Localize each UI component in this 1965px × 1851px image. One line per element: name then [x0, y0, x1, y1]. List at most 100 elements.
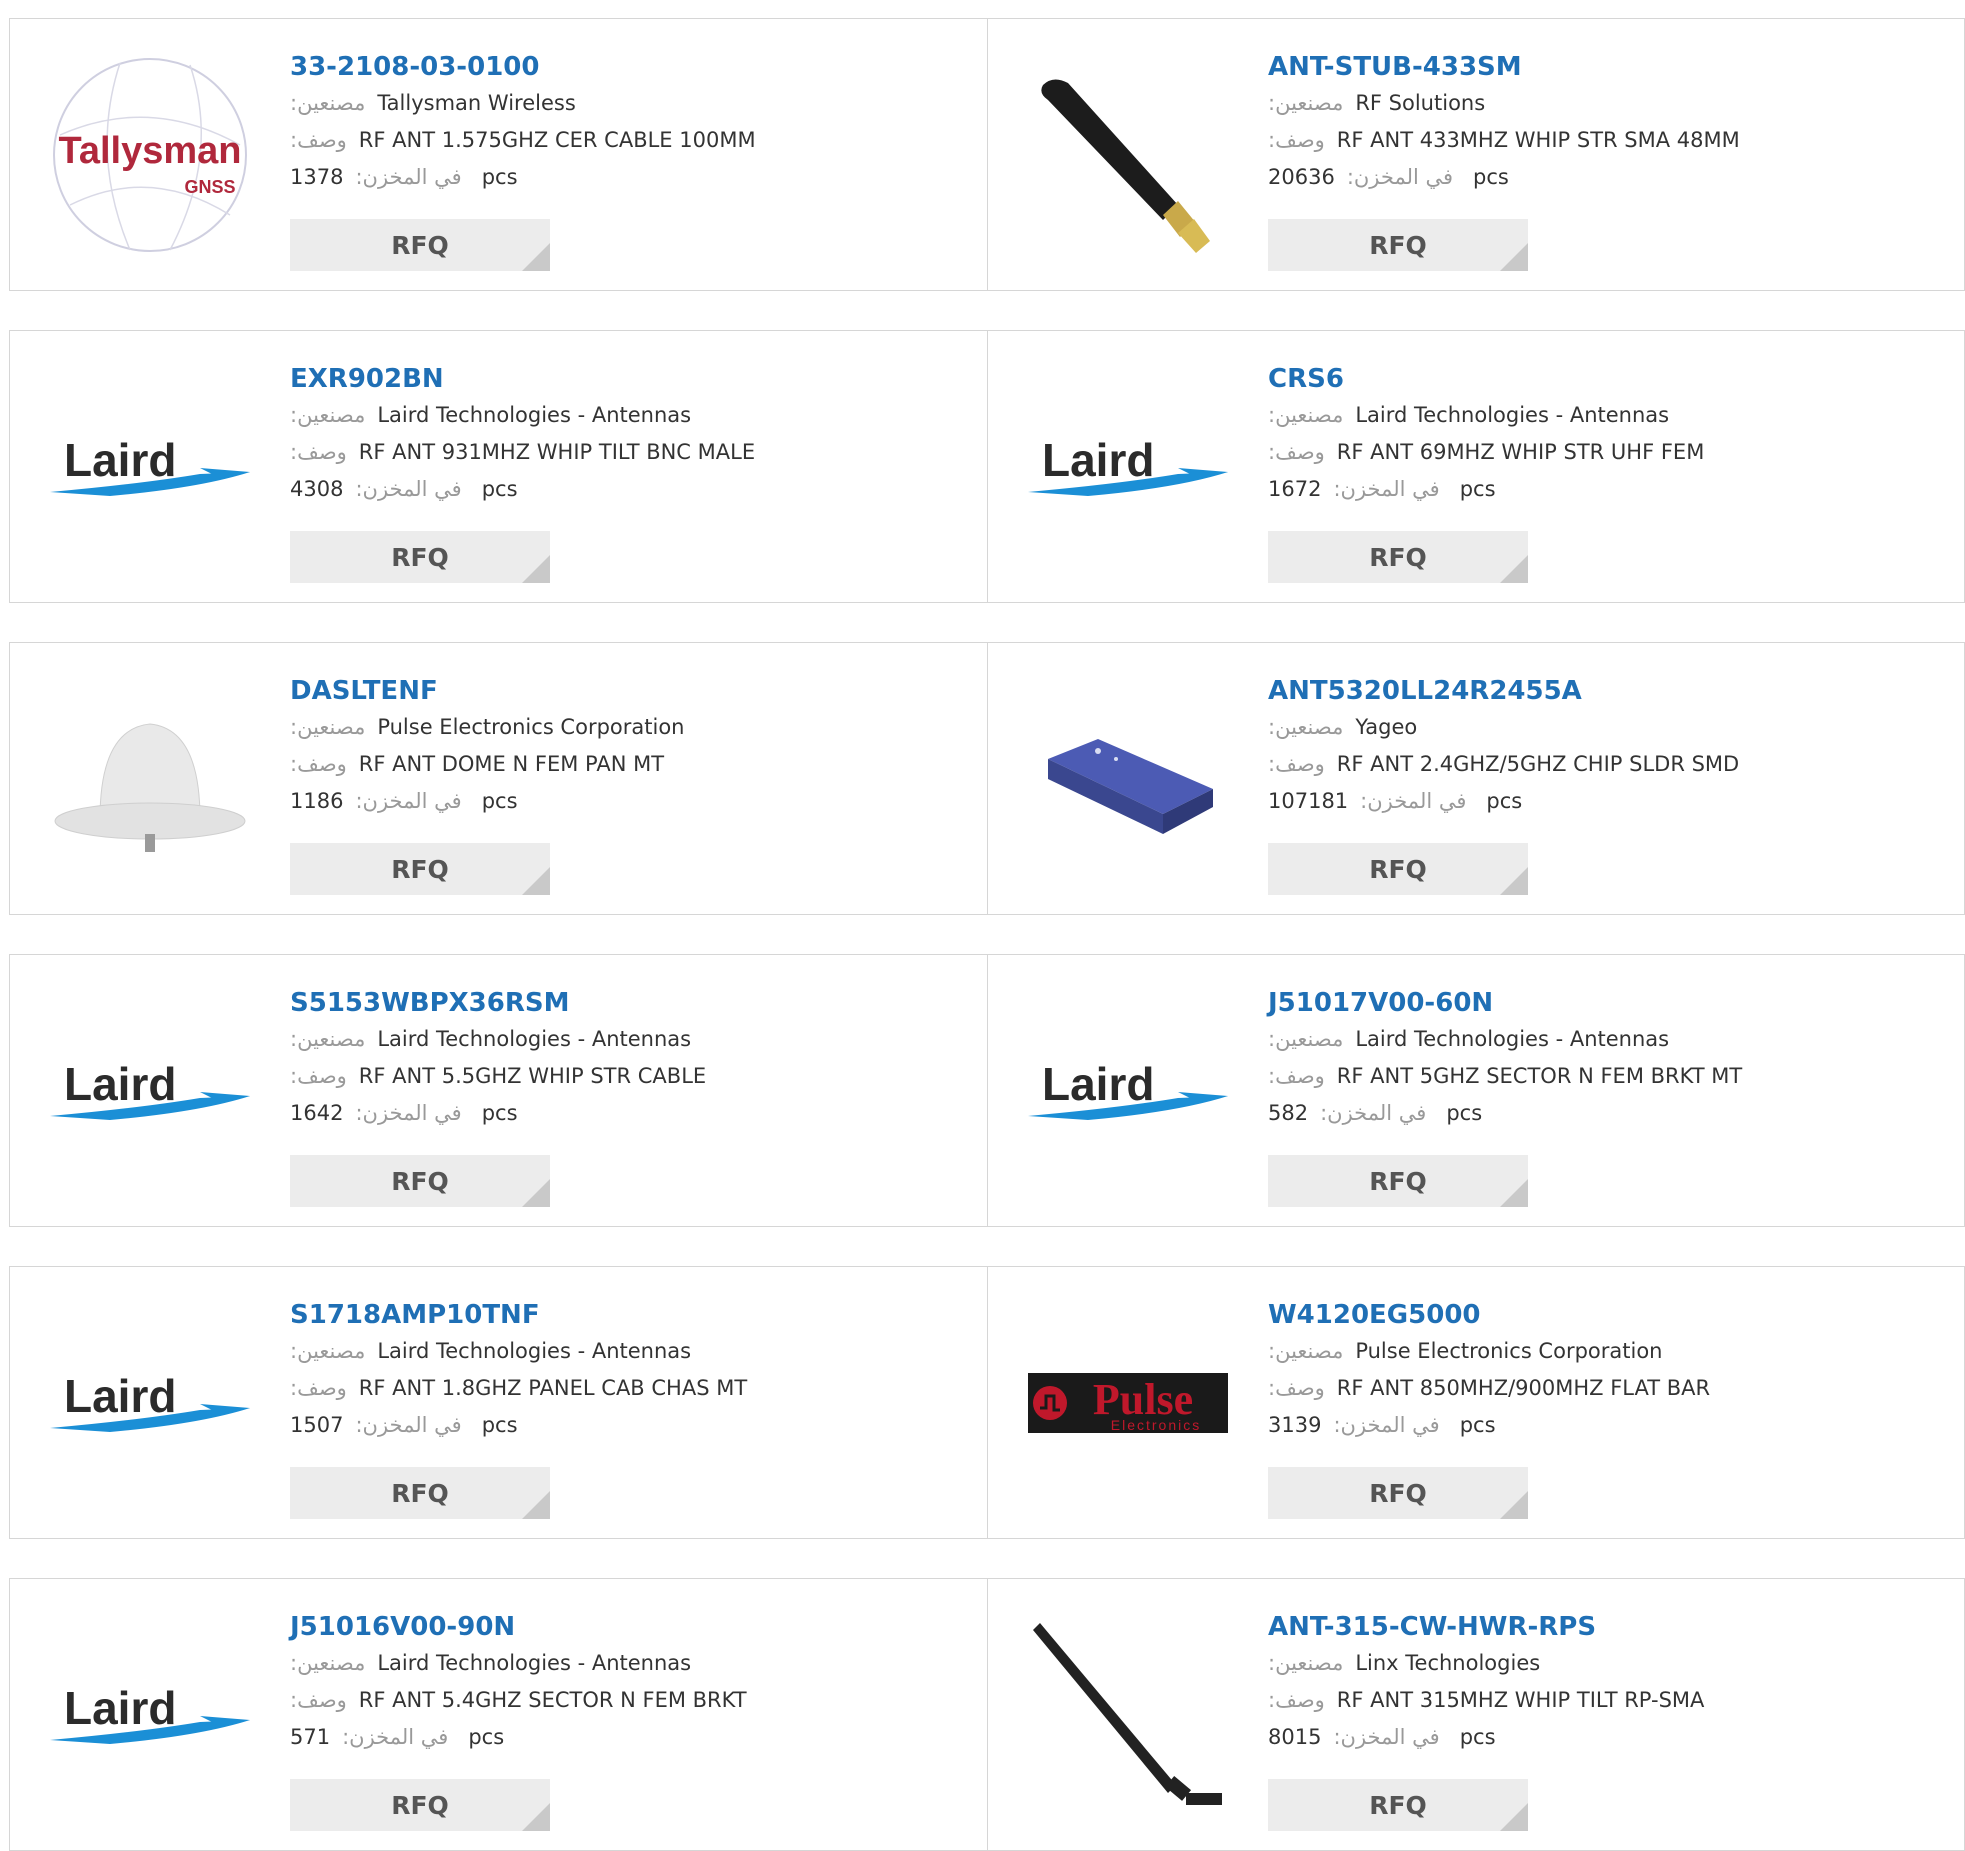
- description-line: :وصف RF ANT 1.8GHZ PANEL CAB CHAS MT: [290, 1370, 747, 1407]
- rfq-button[interactable]: RFQ: [290, 531, 550, 583]
- stock-line: 582 في المخزن: pcs: [1268, 1095, 1482, 1132]
- rfq-corner-decoration: [1500, 867, 1528, 895]
- rfq-button[interactable]: RFQ: [290, 219, 550, 271]
- manufacturer-value: Laird Technologies - Antennas: [377, 1027, 692, 1051]
- rfq-button-label: RFQ: [391, 1478, 449, 1508]
- product-row: Laird S5153WBPX36RSM :مصنعين Laird Techno…: [9, 954, 1965, 1227]
- product-image[interactable]: Laird: [50, 367, 250, 567]
- part-number-link[interactable]: J51016V00-90N: [290, 1609, 747, 1645]
- product-info: S5153WBPX36RSM :مصنعين Laird Technologies…: [290, 985, 706, 1132]
- manufacturer-line: :مصنعين Pulse Electronics Corporation: [1268, 1333, 1710, 1370]
- laird-logo-text: Laird: [64, 1058, 176, 1110]
- product-image[interactable]: Pulse Electronics: [1028, 1303, 1228, 1503]
- rfq-button-label: RFQ: [1369, 1166, 1427, 1196]
- product-image[interactable]: Laird: [1028, 367, 1228, 567]
- rfq-button[interactable]: RFQ: [1268, 219, 1528, 271]
- product-row: Laird EXR902BN :مصنعين Laird Technologies…: [9, 330, 1965, 603]
- rfq-button-label: RFQ: [391, 542, 449, 572]
- stock-value: 582: [1268, 1101, 1309, 1125]
- product-image[interactable]: Laird: [50, 1615, 250, 1815]
- stock-unit: pcs: [1459, 1413, 1496, 1437]
- part-number-link[interactable]: 33-2108-03-0100: [290, 49, 756, 85]
- product-card: ANT-315-CW-HWR-RPS :مصنعين Linx Technolog…: [987, 1579, 1964, 1850]
- rfq-button[interactable]: RFQ: [290, 843, 550, 895]
- manufacturer-value: Laird Technologies - Antennas: [377, 1339, 692, 1363]
- product-info: ANT5320LL24R2455A :مصنعين Yageo :وصف RF AN…: [1268, 673, 1739, 820]
- stock-label: في المخزن:: [355, 165, 462, 189]
- part-number-link[interactable]: EXR902BN: [290, 361, 755, 397]
- product-image[interactable]: [50, 679, 250, 879]
- stock-line: 1378 في المخزن: pcs: [290, 159, 518, 196]
- rfq-button[interactable]: RFQ: [290, 1467, 550, 1519]
- manufacturer-label: :مصنعين: [1268, 1651, 1344, 1675]
- rfq-button[interactable]: RFQ: [1268, 843, 1528, 895]
- stock-value: 3139: [1268, 1413, 1322, 1437]
- stock-label: في المخزن:: [1333, 1725, 1440, 1749]
- manufacturer-label: :مصنعين: [1268, 1027, 1344, 1051]
- description-line: :وصف RF ANT 315MHZ WHIP TILT RP-SMA: [1268, 1682, 1704, 1719]
- rfq-button-label: RFQ: [391, 1166, 449, 1196]
- stock-value: 20636: [1268, 165, 1335, 189]
- manufacturer-value: Pulse Electronics Corporation: [1355, 1339, 1663, 1363]
- manufacturer-label: :مصنعين: [1268, 403, 1344, 427]
- manufacturer-line: :مصنعين Linx Technologies: [1268, 1645, 1704, 1682]
- product-image[interactable]: Tallysman GNSS: [50, 55, 250, 255]
- product-image[interactable]: [1028, 1615, 1228, 1815]
- manufacturer-label: :مصنعين: [290, 715, 366, 739]
- product-card: ANT-STUB-433SM :مصنعين RF Solutions :وصف R…: [987, 19, 1964, 290]
- description-value: RF ANT 850MHZ/900MHZ FLAT BAR: [1336, 1376, 1711, 1400]
- description-line: :وصف RF ANT 850MHZ/900MHZ FLAT BAR: [1268, 1370, 1710, 1407]
- stock-line: 4308 في المخزن: pcs: [290, 471, 518, 508]
- part-number-link[interactable]: DASLTENF: [290, 673, 684, 709]
- rfq-corner-decoration: [1500, 1179, 1528, 1207]
- part-number-link[interactable]: S1718AMP10TNF: [290, 1297, 747, 1333]
- part-number-link[interactable]: ANT-STUB-433SM: [1268, 49, 1740, 85]
- stock-unit: pcs: [1473, 165, 1509, 189]
- stock-unit: pcs: [481, 165, 518, 189]
- description-label: :وصف: [1268, 440, 1325, 464]
- rfq-button[interactable]: RFQ: [290, 1779, 550, 1831]
- part-number-link[interactable]: ANT-315-CW-HWR-RPS: [1268, 1609, 1704, 1645]
- stock-unit: pcs: [1486, 789, 1523, 813]
- part-number-link[interactable]: J51017V00-60N: [1268, 985, 1742, 1021]
- rfq-button-label: RFQ: [391, 854, 449, 884]
- manufacturer-line: :مصنعين Laird Technologies - Antennas: [1268, 397, 1704, 434]
- description-value: RF ANT 69MHZ WHIP STR UHF FEM: [1336, 440, 1705, 464]
- rfq-button[interactable]: RFQ: [1268, 1467, 1528, 1519]
- product-card: ANT5320LL24R2455A :مصنعين Yageo :وصف RF AN…: [987, 643, 1964, 914]
- product-row: Laird J51016V00-90N :مصنعين Laird Technol…: [9, 1578, 1965, 1851]
- rfq-button-label: RFQ: [391, 230, 449, 260]
- description-line: :وصف RF ANT 2.4GHZ/5GHZ CHIP SLDR SMD: [1268, 746, 1739, 783]
- stock-line: 107181 في المخزن: pcs: [1268, 783, 1522, 820]
- description-line: :وصف RF ANT 69MHZ WHIP STR UHF FEM: [1268, 434, 1704, 471]
- part-number-link[interactable]: S5153WBPX36RSM: [290, 985, 706, 1021]
- product-image[interactable]: Laird: [1028, 991, 1228, 1191]
- part-number-link[interactable]: ANT5320LL24R2455A: [1268, 673, 1739, 709]
- stock-value: 1642: [290, 1101, 344, 1125]
- rfq-button[interactable]: RFQ: [1268, 531, 1528, 583]
- description-value: RF ANT 1.8GHZ PANEL CAB CHAS MT: [358, 1376, 748, 1400]
- stock-unit: pcs: [481, 1101, 518, 1125]
- stock-line: 1507 في المخزن: pcs: [290, 1407, 518, 1444]
- stock-line: 3139 في المخزن: pcs: [1268, 1407, 1496, 1444]
- product-image[interactable]: Laird: [50, 991, 250, 1191]
- product-image[interactable]: [1028, 55, 1228, 255]
- rfq-corner-decoration: [522, 1803, 550, 1831]
- stock-label: في المخزن:: [355, 477, 462, 501]
- part-number-link[interactable]: W4120EG5000: [1268, 1297, 1710, 1333]
- product-image[interactable]: [1028, 679, 1228, 879]
- stock-line: 8015 في المخزن: pcs: [1268, 1719, 1496, 1756]
- rfq-button[interactable]: RFQ: [1268, 1779, 1528, 1831]
- gnss-logo-text: GNSS: [184, 177, 235, 197]
- stock-value: 8015: [1268, 1725, 1322, 1749]
- product-card: Laird CRS6 :مصنعين Laird Technologies - A…: [987, 331, 1964, 602]
- stock-line: 1672 في المخزن: pcs: [1268, 471, 1496, 508]
- product-image[interactable]: Laird: [50, 1303, 250, 1503]
- part-number-link[interactable]: CRS6: [1268, 361, 1704, 397]
- rfq-button[interactable]: RFQ: [290, 1155, 550, 1207]
- stock-value: 1186: [290, 789, 344, 813]
- description-value: RF ANT 2.4GHZ/5GHZ CHIP SLDR SMD: [1336, 752, 1740, 776]
- manufacturer-value: Laird Technologies - Antennas: [1355, 403, 1670, 427]
- rfq-button[interactable]: RFQ: [1268, 1155, 1528, 1207]
- rfq-corner-decoration: [1500, 1803, 1528, 1831]
